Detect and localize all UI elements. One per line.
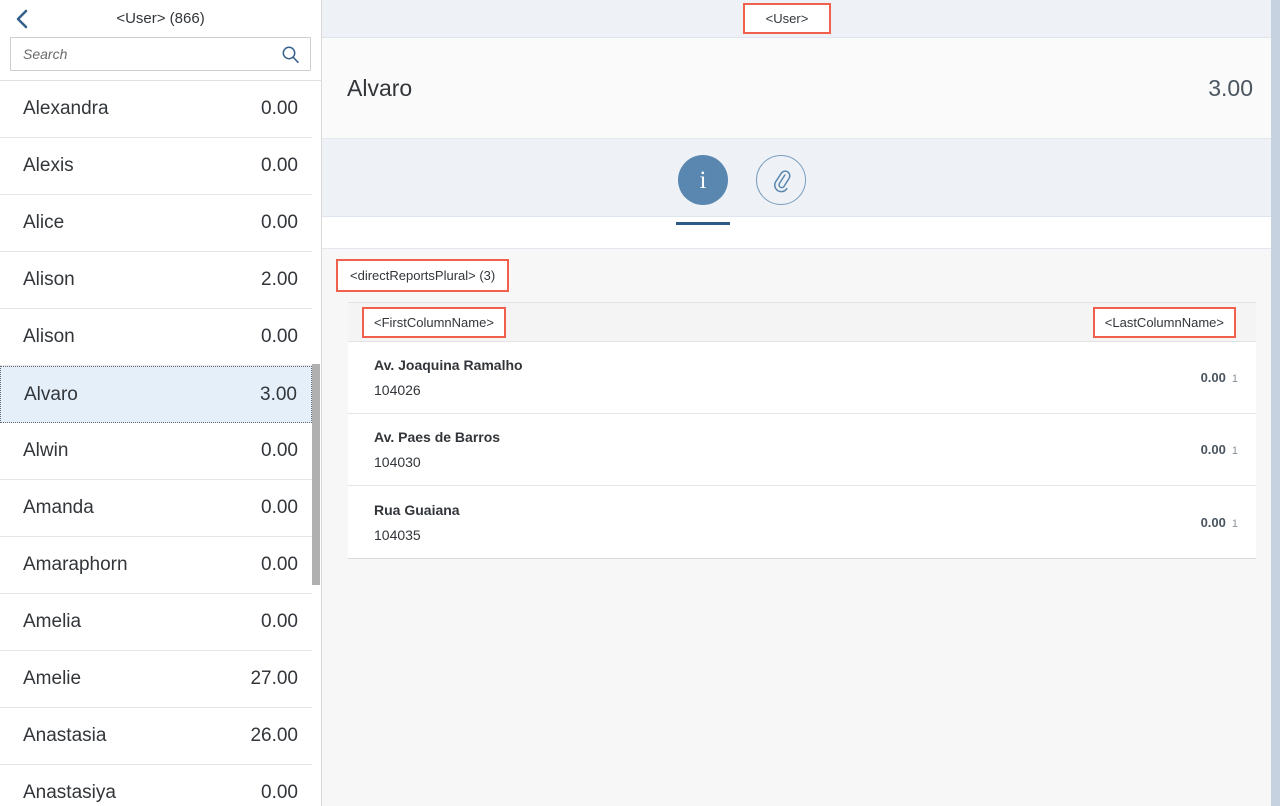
direct-reports-table: <FirstColumnName> <LastColumnName> Av. J… [348,302,1256,559]
list-item-name: Alison [23,326,75,347]
table-row-left: Av. Joaquina Ramalho 104026 [374,357,523,398]
list-item-value: 3.00 [260,383,297,405]
list-item-value: 0.00 [261,98,298,119]
search-box[interactable] [10,37,311,71]
table-row-value: 0.00 [1200,514,1226,530]
search-icon[interactable] [281,45,300,64]
list-item-value: 0.00 [261,782,298,803]
right-edge-strip [1271,0,1280,806]
tab-attachments[interactable] [752,155,810,217]
object-title: Alvaro [347,74,413,101]
list-item-value: 0.00 [261,611,298,632]
back-button[interactable] [0,0,44,37]
active-tab-indicator [676,222,730,225]
list-scrollbar-thumb[interactable] [312,364,320,585]
annotation-user-title: <User> [743,3,831,34]
info-icon-glyph: i [699,166,707,194]
list-item[interactable]: Alexandra 0.00 [0,81,312,138]
user-list-scroll-area[interactable]: Alexandra 0.00 Alexis 0.00 Alice 0.00 Alison 2.… [0,80,321,806]
table-row-right: 0.00 1 [1201,515,1238,530]
list-item-value: 0.00 [261,554,298,575]
list-item-name: Alexis [23,155,74,176]
table-row-subtitle: 104026 [374,382,421,398]
search-input[interactable] [23,46,281,62]
table-row-subtitle: 104030 [374,454,421,470]
list-item-name: Alvaro [24,383,78,405]
table-row[interactable]: Av. Joaquina Ramalho 104026 0.00 1 [348,342,1256,414]
table-row-value: 0.00 [1200,370,1226,385]
annotation-last-column-header: <LastColumnName> [1092,306,1236,338]
list-item-name: Amaraphorn [23,554,128,575]
table-header-row: <FirstColumnName> <LastColumnName> [348,302,1256,342]
list-item-name: Amelie [23,668,82,689]
list-item[interactable]: Amelia 0.00 [0,594,312,651]
table-row[interactable]: Av. Paes de Barros 104030 0.00 1 [348,414,1256,486]
list-scrollbar-track[interactable] [311,81,321,806]
list-item[interactable]: Amanda 0.00 [0,480,312,537]
chevron-left-icon [15,8,29,30]
list-item[interactable]: Alexis 0.00 [0,138,312,195]
list-item[interactable]: Alice 0.00 [0,195,312,252]
list-item-value: 27.00 [250,668,298,689]
table-row-right: 0.00 1 [1201,370,1238,385]
object-value: 3.00 [1208,74,1253,101]
list-item[interactable]: Alison 2.00 [0,252,312,309]
list-item[interactable]: Anastasiya 0.00 [0,765,312,806]
table-row-right: 0.00 1 [1201,442,1238,457]
list-item-name: Anastasiya [23,782,116,803]
table-row-left: Rua Guaiana 104035 [374,502,460,543]
object-header: Alvaro 3.00 [322,38,1280,139]
list-item-value: 0.00 [261,326,298,347]
list-item-name: Anastasia [23,725,107,746]
master-panel: <User> (866) Alexandra0.00Alexis0.00Alic… [0,0,322,806]
master-title: <User> (866) [116,10,205,27]
list-item[interactable]: Amaraphorn 0.00 [0,537,312,594]
list-item-name: Alwin [23,440,69,461]
list-item-name: Alexandra [23,98,109,119]
list-item-value: 26.00 [250,725,298,746]
tab-info[interactable]: i [674,155,732,225]
table-row-value: 0.00 [1200,442,1226,457]
table-row-subtitle: 104035 [374,526,421,543]
list-item[interactable]: Anastasia 26.00 [0,708,312,765]
table-row[interactable]: Rua Guaiana 104035 0.00 1 [348,486,1256,558]
paperclip-icon [756,155,806,205]
table-row-title: Av. Joaquina Ramalho [374,357,523,373]
list-item[interactable]: Amelie 27.00 [0,651,312,708]
search-container [0,37,321,80]
list-item-name: Alice [23,212,65,233]
detail-separator-band [322,217,1280,249]
list-item-name: Alison [23,269,75,290]
list-item-value: 2.00 [261,269,298,290]
table-row-unit: 1 [1231,517,1238,530]
list-item-selected[interactable]: Alvaro 3.00 [0,366,312,423]
app-root: <User> (866) Alexandra0.00Alexis0.00Alic… [0,0,1280,806]
annotation-direct-reports-title: <directReportsPlural> (3) [336,259,510,292]
list-item-name: Amanda [23,497,94,518]
master-header: <User> (866) [0,0,321,37]
list-item-value: 0.00 [261,440,298,461]
tab-strip: i [322,139,1280,225]
list-item[interactable]: Alison 0.00 [0,309,312,366]
list-item-value: 0.00 [261,155,298,176]
table-row-unit: 1 [1231,373,1238,385]
table-row-title: Av. Paes de Barros [374,429,501,445]
detail-body: <directReportsPlural> (3) <FirstColumnNa… [322,249,1280,806]
detail-panel: <User> Alvaro 3.00 i <directReportsPlura… [322,0,1280,806]
table-row-unit: 1 [1231,445,1238,457]
annotation-first-column-header: <FirstColumnName> [362,306,506,338]
list-item-name: Amelia [23,611,82,632]
list-item-value: 0.00 [261,212,298,233]
info-icon: i [678,155,728,205]
user-list: Alexandra 0.00 Alexis 0.00 Alice 0.00 Alison 2.… [0,81,312,806]
list-item-value: 0.00 [261,497,298,518]
table-title-row: <directReportsPlural> (3) [322,249,1280,302]
table-row-left: Av. Paes de Barros 104030 [374,429,500,470]
table-rows: Av. Joaquina Ramalho 104026 0.00 1 Av. Paes … [348,342,1256,558]
list-item[interactable]: Alwin 0.00 [0,423,312,480]
detail-topbar: <User> [322,0,1280,38]
table-row-title: Rua Guaiana [374,501,460,518]
